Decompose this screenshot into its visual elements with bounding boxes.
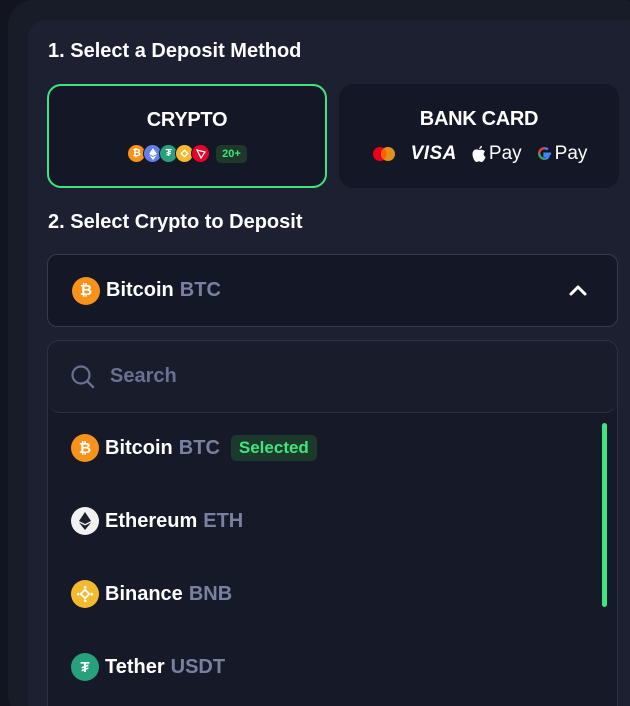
option-name: Binance <box>105 582 183 605</box>
visa-logo: VISA <box>410 142 457 164</box>
option-ticker: BTC <box>178 436 220 459</box>
selected-coin-ticker: BTC <box>179 279 221 301</box>
search-row <box>48 341 617 413</box>
option-binance[interactable]: Binance BNB <box>71 579 232 609</box>
search-input[interactable] <box>110 365 550 388</box>
bitcoin-icon: ₿ <box>72 276 100 305</box>
step1-title: 1. Select a Deposit Method <box>48 40 302 62</box>
option-name: Ethereum <box>105 509 198 532</box>
search-icon <box>71 364 95 388</box>
google-pay-logo: Pay <box>536 142 588 165</box>
list-scrollbar[interactable] <box>602 423 607 607</box>
option-name: Bitcoin <box>105 436 173 459</box>
apple-pay-text: Pay <box>488 142 522 164</box>
chevron-up-icon[interactable] <box>567 279 589 301</box>
crypto-method-label: CRYPTO <box>146 109 228 131</box>
apple-pay-logo: Pay <box>471 143 522 165</box>
tron-icon <box>191 144 211 163</box>
more-coins-badge: 20+ <box>216 144 247 163</box>
crypto-select-dropdown[interactable]: ₿ Bitcoin BTC <box>47 254 618 327</box>
ethereum-icon <box>71 507 99 535</box>
binance-icon <box>71 580 99 608</box>
bank-card-method-card[interactable]: BANK CARD VISA Pay Pay <box>339 84 619 188</box>
option-ticker: BNB <box>188 582 233 605</box>
crypto-coin-icons: ₿ ₮ 20+ <box>127 144 247 163</box>
selected-badge: Selected <box>230 435 317 461</box>
bank-card-method-label: BANK CARD <box>419 107 539 130</box>
selected-coin-name: Bitcoin <box>106 279 174 301</box>
mastercard-icon <box>372 146 395 161</box>
option-name: Tether <box>105 655 165 678</box>
crypto-options-list: ₿ Bitcoin BTC Selected Ethereum ETH Bina… <box>47 340 618 706</box>
google-g-icon <box>537 147 551 160</box>
card-brand-logos: VISA Pay Pay <box>371 142 588 165</box>
option-tether[interactable]: ₮ Tether USDT <box>71 652 225 682</box>
google-pay-text: Pay <box>554 142 588 164</box>
step2-title: 2. Select Crypto to Deposit <box>48 211 303 233</box>
option-ticker: ETH <box>203 509 244 532</box>
option-ethereum[interactable]: Ethereum ETH <box>71 506 243 536</box>
tether-icon: ₮ <box>71 653 99 681</box>
crypto-method-card[interactable]: CRYPTO ₿ ₮ 20+ <box>47 84 327 188</box>
apple-icon <box>472 145 486 162</box>
bitcoin-icon: ₿ <box>71 434 99 462</box>
option-ticker: USDT <box>170 655 226 678</box>
option-bitcoin[interactable]: ₿ Bitcoin BTC Selected <box>71 433 317 463</box>
